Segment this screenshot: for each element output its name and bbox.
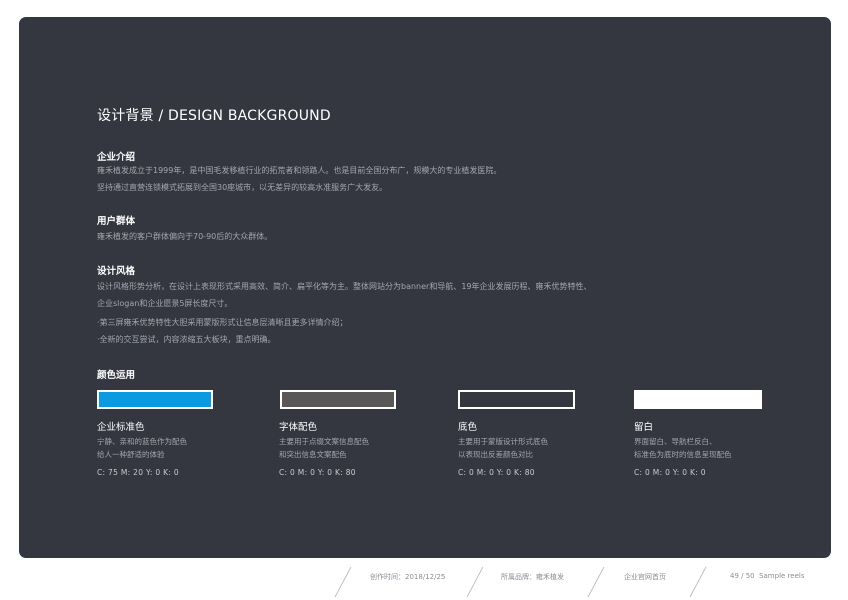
footer-created: 创作时间：2018/12/25 [370,573,446,581]
page-title: 设计背景 / DESIGN BACKGROUND [97,108,331,124]
color-desc-base: 主要用于蒙版设计形式底色 以表现出反差颜色对比 [458,435,548,461]
footer-page-type: 企业官网首页 [624,573,666,581]
desc-line: 界面留白、导航栏反白、 [634,437,717,446]
footer-brand: 所属品牌：雍禾植发 [501,573,564,581]
divider-slash-icon [587,566,605,598]
desc-line: 主要用于点缀文案信息配色 [279,437,369,446]
color-swatch-font [280,390,396,409]
section-heading-users: 用户群体 [97,216,136,227]
color-cmyk-white: C: 0 M: 0 Y: 0 K: 0 [634,468,706,477]
divider-slash-icon [334,566,352,598]
color-desc-font: 主要用于点缀文案信息配色 和突出信息文案配色 [279,435,369,461]
text-line: 企业slogan和企业愿景5屏长度尺寸。 [97,298,233,308]
color-cmyk-brand: C: 75 M: 20 Y: 0 K: 0 [97,468,179,477]
color-desc-white: 界面留白、导航栏反白、 标准色为底时的信息呈现配色 [634,435,732,461]
desc-line: 标准色为底时的信息呈现配色 [634,450,732,459]
text-line: 雍禾植发成立于1999年，是中国毛发移植行业的拓荒者和领路人。也是目前全国分布广… [97,166,502,175]
color-swatch-base [458,390,575,409]
color-cmyk-base: C: 0 M: 0 Y: 0 K: 80 [458,468,535,477]
color-swatch-brand [97,390,213,409]
text-line: 设计风格形势分析，在设计上表现形式采用高效、简介、扁平化等为主。整体网站分为ba… [97,282,592,291]
divider-slash-icon [689,566,707,598]
section-text-style: 设计风格形势分析，在设计上表现形式采用高效、简介、扁平化等为主。整体网站分为ba… [97,279,592,348]
color-swatch-white [634,390,762,409]
footer-pagination: 49 / 50 Sample reels [730,572,804,580]
desc-line: 宁静、亲和的蓝色作为配色 [97,437,187,446]
color-name-brand: 企业标准色 [97,422,145,433]
color-name-base: 底色 [458,422,478,433]
divider-slash-icon [466,566,484,598]
text-line: ·第三屏雍禾优势特性大胆采用蒙版形式让信息层清晰且更多详情介绍； [97,318,348,327]
color-name-white: 留白 [634,422,654,433]
desc-line: 给人一种舒适的体验 [97,450,165,459]
text-line: 雍禾植发的客户群体偏向于70-90后的大众群体。 [97,232,273,241]
desc-line: 和突出信息文案配色 [279,450,347,459]
section-heading-colors: 颜色运用 [97,370,136,381]
desc-line: 主要用于蒙版设计形式底色 [458,437,548,446]
desc-line: 以表现出反差颜色对比 [458,450,533,459]
section-heading-style: 设计风格 [97,266,136,277]
section-heading-company: 企业介绍 [97,152,136,163]
color-desc-brand: 宁静、亲和的蓝色作为配色 给人一种舒适的体验 [97,435,187,461]
section-text-company: 雍禾植发成立于1999年，是中国毛发移植行业的拓荒者和领路人。也是目前全国分布广… [97,163,501,196]
section-text-users: 雍禾植发的客户群体偏向于70-90后的大众群体。 [97,229,272,246]
text-line: ·全新的交互尝试，内容浓缩五大板块，重点明确。 [97,334,276,344]
text-line: 坚持通过直营连锁模式拓展到全国30座城市，以无差异的较高水准服务广大发友。 [97,182,388,192]
reel-label: Sample reels [759,572,805,580]
page-number: 49 / 50 [730,572,755,580]
color-cmyk-font: C: 0 M: 0 Y: 0 K: 80 [279,468,356,477]
color-name-font: 字体配色 [279,422,318,433]
